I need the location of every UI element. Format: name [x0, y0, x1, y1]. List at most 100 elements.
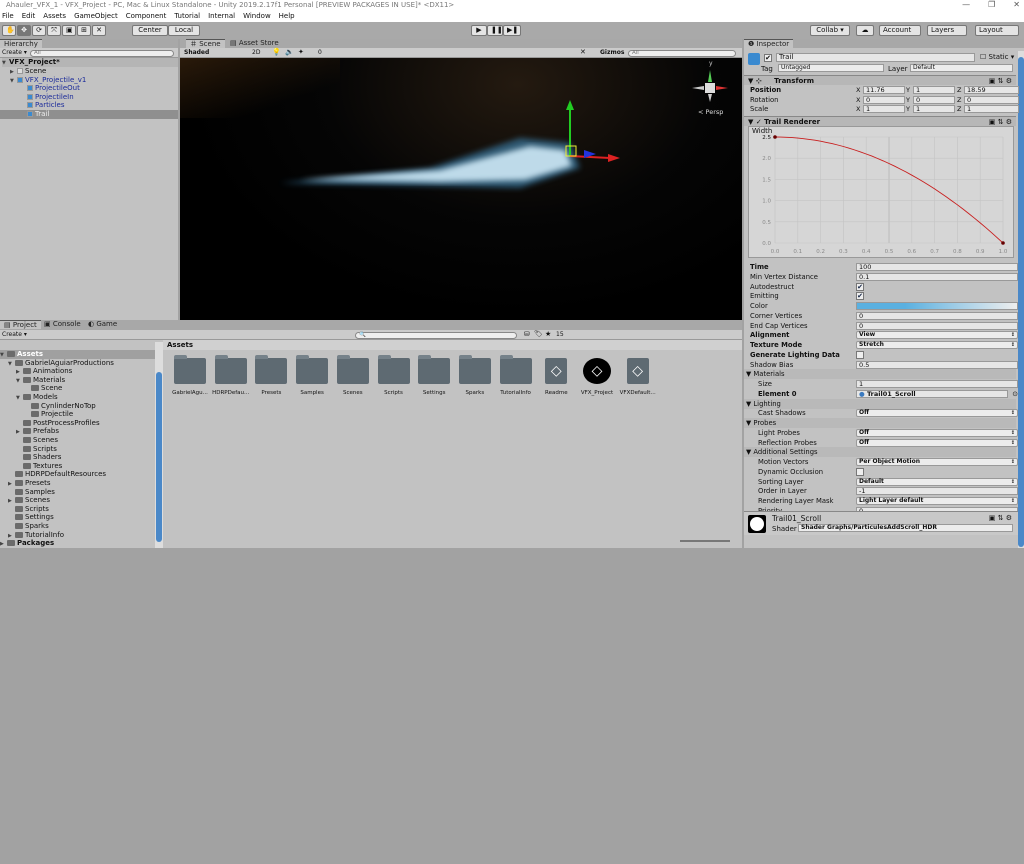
2d-toggle[interactable]: 2D	[252, 49, 260, 56]
asset-item[interactable]: ◇ Readme	[536, 358, 576, 396]
transform-tool-button[interactable]: ⊞	[77, 25, 91, 36]
account-dropdown[interactable]: Account	[879, 25, 921, 36]
element-0-object-field[interactable]: ● Trail01_Scroll	[856, 389, 1008, 398]
position-z-input[interactable]: 18.59	[964, 86, 1019, 94]
layers-dropdown[interactable]: Layers	[927, 25, 967, 36]
tab-asset-store[interactable]: ▤ Asset Store	[226, 39, 283, 48]
favorites-icon[interactable]: ★	[545, 330, 551, 338]
project-search-input[interactable]: 🔍	[355, 331, 517, 339]
menu-tutorial[interactable]: Tutorial	[174, 10, 200, 22]
scale-y-input[interactable]: 1	[913, 105, 955, 114]
active-checkbox[interactable]: ✔	[764, 54, 772, 62]
order-in-layer-input[interactable]: -1	[856, 487, 1018, 496]
scrollbar-thumb[interactable]	[1018, 57, 1024, 547]
trail-renderer-header[interactable]: ▼ ✓ Trail Renderer ▣ ⇅ ⚙	[744, 116, 1016, 126]
min-vertex-distance-input[interactable]: 0.1	[856, 272, 1018, 281]
asset-item[interactable]: Sparks	[455, 355, 495, 396]
rotate-tool-button[interactable]: ⟳	[32, 25, 46, 36]
collab-button[interactable]: Collab ▾	[810, 25, 850, 36]
audio-toggle-icon[interactable]: 🔈	[285, 48, 294, 56]
menu-component[interactable]: Component	[126, 10, 167, 22]
pivot-local-button[interactable]: Local	[168, 25, 200, 36]
alignment-dropdown[interactable]: View	[856, 331, 1018, 340]
cast-shadows-dropdown[interactable]: Off	[856, 409, 1018, 418]
asset-item[interactable]: TutorialInfo	[496, 355, 536, 396]
projection-toggle[interactable]: < Persp	[698, 108, 723, 116]
position-x-input[interactable]: 11.76	[863, 86, 905, 94]
create-button[interactable]: Create ▾	[2, 331, 27, 338]
tag-dropdown[interactable]: Untagged	[778, 64, 884, 72]
step-button[interactable]: ▶❚	[503, 25, 521, 36]
component-menu-icon[interactable]: ▣ ⇅ ⚙	[989, 514, 1012, 522]
rendering-layer-mask-dropdown[interactable]: Light Layer default	[856, 497, 1018, 505]
position-y-input[interactable]: 1	[913, 86, 955, 94]
asset-item[interactable]: Scripts	[374, 355, 414, 396]
tab-game[interactable]: ◐ Game	[84, 320, 121, 329]
end-cap-vertices-input[interactable]: 0	[856, 321, 1018, 330]
shadow-bias-input[interactable]: 0.5	[856, 360, 1018, 369]
probes-section[interactable]: ▼ Probes	[744, 418, 1016, 428]
color-gradient-field[interactable]	[856, 302, 1018, 310]
asset-item[interactable]: Presets	[251, 355, 291, 396]
materials-section[interactable]: ▼ Materials	[744, 369, 1016, 380]
shader-dropdown[interactable]: Shader Graphs/ParticulesAddScroll_HDR	[798, 524, 1013, 532]
transform-header[interactable]: ▼ ⊹ Transform ▣ ⇅ ⚙	[744, 75, 1016, 85]
reflection-probes-dropdown[interactable]: Off	[856, 438, 1018, 447]
object-name-input[interactable]: Trail	[776, 53, 975, 62]
hand-tool-button[interactable]: ✋	[2, 25, 16, 36]
light-probes-dropdown[interactable]: Off	[856, 428, 1018, 437]
layer-dropdown[interactable]: Default	[910, 64, 1013, 72]
restore-button[interactable]: ❐	[988, 0, 995, 10]
sorting-layer-dropdown[interactable]: Default	[856, 477, 1018, 486]
asset-item[interactable]: Scenes	[333, 355, 373, 396]
width-curve-editor[interactable]: Width 0.0 0.1 0.2 0.3 0.4 0.5 0.6 0.7 0.8 0.9 1.0 0…	[748, 126, 1014, 258]
rotation-x-input[interactable]: 0	[863, 95, 905, 104]
menu-gameobject[interactable]: GameObject	[74, 10, 118, 22]
filter-by-label-icon[interactable]: 🏷	[534, 330, 543, 338]
custom-tool-button[interactable]: ✕	[92, 25, 106, 36]
project-tree-scrollbar[interactable]	[155, 342, 163, 548]
menu-assets[interactable]: Assets	[43, 10, 66, 22]
time-input[interactable]: 100	[856, 263, 1018, 271]
scrollbar-thumb[interactable]	[156, 372, 162, 542]
asset-item[interactable]: ◇ VFXDefault...	[618, 358, 658, 396]
lighting-section[interactable]: ▼ Lighting	[744, 398, 1016, 409]
lighting-toggle-icon[interactable]: 💡	[272, 48, 281, 56]
inspector-scrollbar[interactable]	[1018, 51, 1024, 548]
width-curve[interactable]: 0.0 0.1 0.2 0.3 0.4 0.5 0.6 0.7 0.8 0.9 1.0 0.0 0.5 1…	[749, 127, 1013, 257]
dynamic-occlusion-checkbox[interactable]	[856, 467, 864, 476]
additional-settings-section[interactable]: ▼ Additional Settings	[744, 447, 1016, 458]
rotation-y-input[interactable]: 0	[913, 95, 955, 104]
cloud-button[interactable]: ☁	[856, 25, 874, 36]
rotation-z-input[interactable]: 0	[964, 95, 1019, 104]
hierarchy-item[interactable]: Trail	[0, 110, 178, 119]
asset-item[interactable]: GabrielAgu...	[170, 355, 210, 396]
menu-window[interactable]: Window	[243, 10, 271, 22]
corner-vertices-input[interactable]: 0	[856, 311, 1018, 320]
create-button[interactable]: Create ▾	[2, 49, 27, 56]
scene-root[interactable]: ▼ VFX_Project*	[2, 58, 178, 67]
breadcrumb[interactable]: Assets	[163, 340, 742, 350]
static-toggle[interactable]: ☐ Static ▾	[980, 53, 1014, 62]
pause-button[interactable]: ❚❚	[487, 25, 503, 36]
scale-z-input[interactable]: 1	[964, 105, 1019, 114]
scene-search-input[interactable]: All	[628, 49, 736, 57]
play-button[interactable]: ▶	[471, 25, 487, 36]
motion-vectors-dropdown[interactable]: Per Object Motion	[856, 458, 1018, 466]
close-button[interactable]: ✕	[1013, 0, 1020, 10]
scale-tool-button[interactable]: ⤧	[47, 25, 61, 36]
icon-size-slider[interactable]	[680, 540, 730, 542]
asset-item[interactable]: ◇ VFX_Project	[577, 358, 617, 396]
gizmos-dropdown[interactable]: Gizmos	[600, 49, 624, 56]
object-picker-icon[interactable]: ⊙	[1012, 389, 1018, 399]
generate-lighting-data-checkbox[interactable]	[856, 350, 864, 359]
minimize-button[interactable]: —	[962, 0, 970, 10]
shading-mode-dropdown[interactable]: Shaded	[184, 49, 250, 56]
emitting-checkbox[interactable]: ✔	[856, 292, 864, 301]
filter-by-type-icon[interactable]: ⛁	[524, 330, 530, 338]
asset-item[interactable]: Samples	[292, 355, 332, 396]
project-folder[interactable]: ▶ Packages	[0, 539, 155, 548]
tab-project[interactable]: ▤ Project	[0, 320, 41, 329]
move-tool-button[interactable]: ✥	[17, 25, 31, 36]
tab-scene[interactable]: ＃ Scene	[186, 39, 225, 48]
